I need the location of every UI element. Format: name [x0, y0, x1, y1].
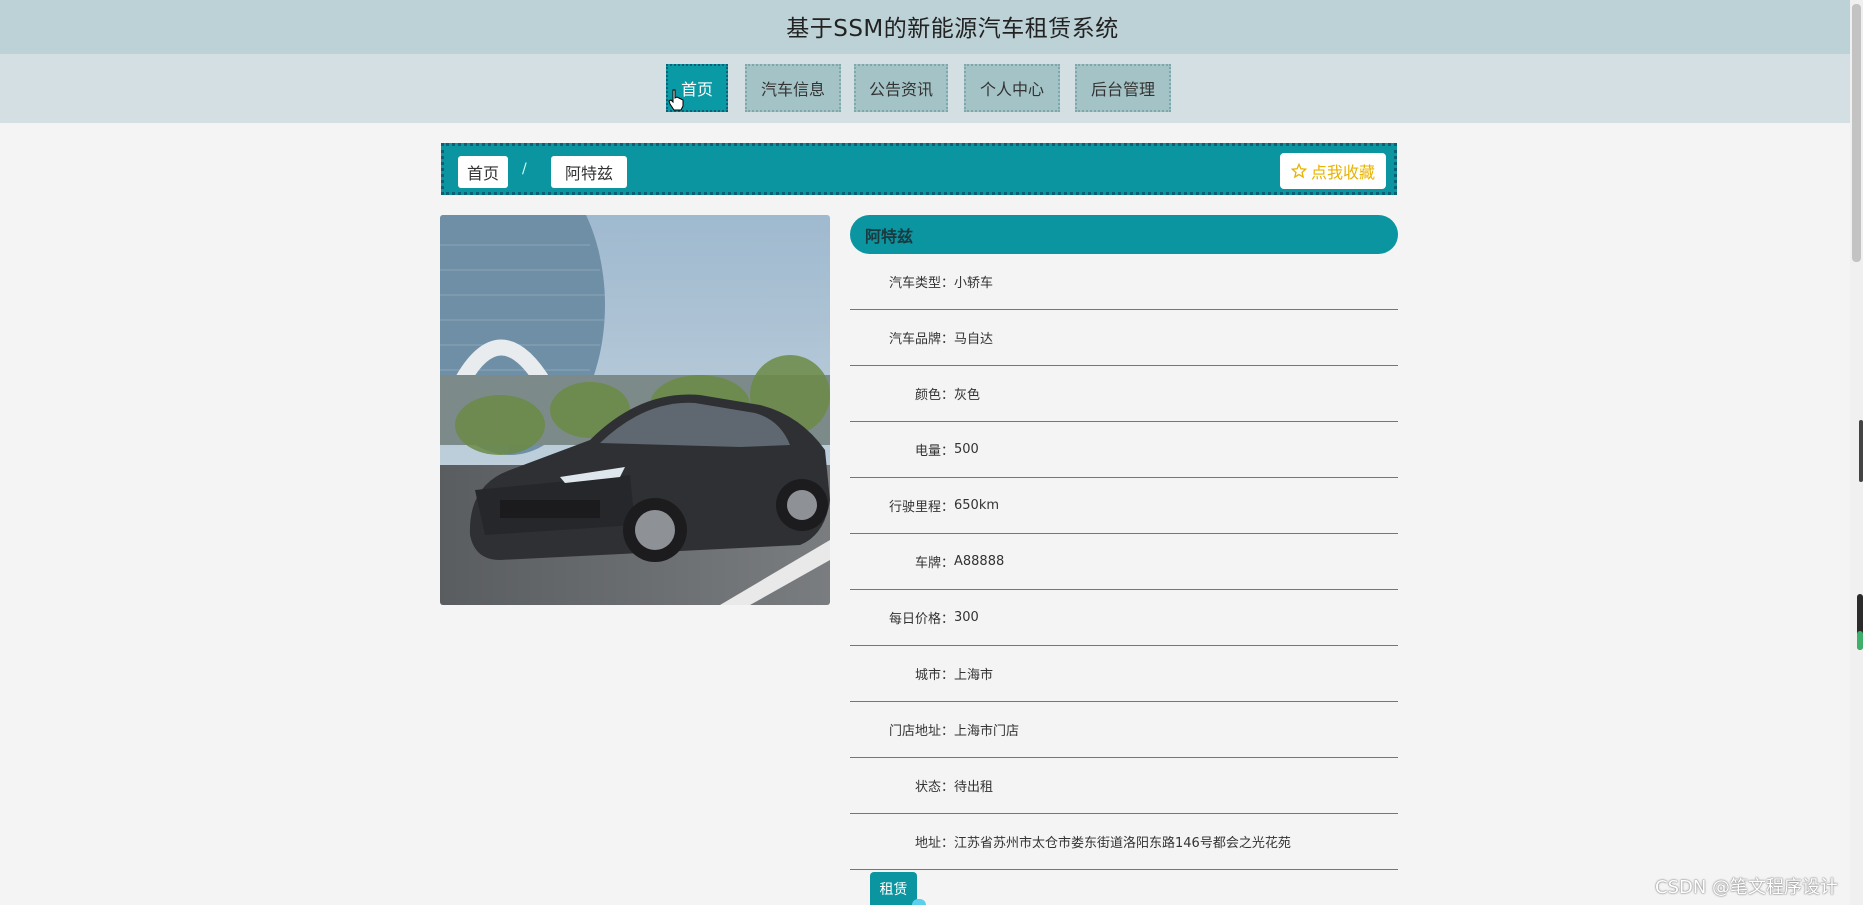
- field-value: 上海市: [954, 668, 994, 683]
- detail-row-battery: 电量： 500: [850, 422, 1398, 478]
- detail-row-color: 颜色： 灰色: [850, 366, 1398, 422]
- breadcrumb-separator: /: [522, 161, 527, 177]
- scrollbar-thumb[interactable]: [1852, 4, 1861, 262]
- edge-widget-indicator: [1857, 631, 1863, 650]
- field-value: 300: [954, 610, 979, 625]
- field-label: 门店地址：: [888, 724, 954, 739]
- main-nav: 首页 汽车信息 公告资讯 个人中心 后台管理: [0, 54, 1850, 123]
- field-value: 马自达: [954, 332, 994, 347]
- field-value: A88888: [954, 554, 1005, 569]
- breadcrumb-current[interactable]: 阿特兹: [551, 156, 627, 188]
- field-value: 江苏省苏州市太仓市娄东街道洛阳东路146号都会之光花苑: [954, 836, 1291, 851]
- breadcrumb: 首页 / 阿特兹 点我收藏: [441, 143, 1397, 195]
- car-photo: [440, 215, 830, 605]
- field-value: 上海市门店: [954, 724, 1020, 739]
- field-label: 状态：: [914, 780, 954, 795]
- detail-row-store-address: 门店地址： 上海市门店: [850, 702, 1398, 758]
- field-value: 500: [954, 442, 979, 457]
- detail-row-plate: 车牌： A88888: [850, 534, 1398, 590]
- detail-row-daily-price: 每日价格： 300: [850, 590, 1398, 646]
- rent-button[interactable]: 租赁: [870, 872, 917, 905]
- field-label: 行驶里程：: [888, 500, 954, 515]
- nav-item-admin[interactable]: 后台管理: [1075, 64, 1171, 112]
- ripple-indicator: [912, 899, 926, 905]
- favorite-label: 点我收藏: [1310, 163, 1375, 182]
- star-outline-icon: [1290, 163, 1307, 179]
- field-label: 电量：: [914, 444, 954, 459]
- detail-row-address: 地址： 江苏省苏州市太仓市娄东街道洛阳东路146号都会之光花苑: [850, 814, 1398, 870]
- hand-cursor-icon: [668, 89, 684, 111]
- detail-row-mileage: 行驶里程： 650km: [850, 478, 1398, 534]
- detail-row-brand: 汽车品牌： 马自达: [850, 310, 1398, 366]
- edge-handle: [1859, 420, 1863, 482]
- field-value: 待出租: [954, 780, 994, 795]
- field-label: 汽车类型：: [888, 276, 954, 291]
- nav-item-personal-center[interactable]: 个人中心: [964, 64, 1060, 112]
- field-label: 汽车品牌：: [888, 332, 954, 347]
- field-label: 城市：: [914, 668, 954, 683]
- detail-row-type: 汽车类型： 小轿车: [850, 254, 1398, 310]
- car-detail-panel: 阿特兹 汽车类型： 小轿车 汽车品牌： 马自达 颜色： 灰色 电量： 500 行驶里程：…: [850, 215, 1398, 870]
- site-title: 基于SSM的新能源汽车租赁系统: [786, 16, 1119, 42]
- field-label: 车牌：: [914, 556, 954, 571]
- detail-row-status: 状态： 待出租: [850, 758, 1398, 814]
- detail-row-city: 城市： 上海市: [850, 646, 1398, 702]
- field-value: 650km: [954, 498, 1000, 513]
- nav-item-car-info[interactable]: 汽车信息: [745, 64, 841, 112]
- nav-item-announcements[interactable]: 公告资讯: [854, 64, 948, 112]
- breadcrumb-home[interactable]: 首页: [458, 156, 508, 188]
- field-value: 小轿车: [954, 276, 994, 291]
- watermark: CSDN @笔文程序设计: [1655, 877, 1839, 898]
- field-value: 灰色: [954, 388, 981, 403]
- car-name-heading: 阿特兹: [850, 215, 1398, 254]
- field-label: 每日价格：: [888, 612, 954, 627]
- top-header: 基于SSM的新能源汽车租赁系统: [0, 0, 1850, 54]
- favorite-button[interactable]: 点我收藏: [1280, 153, 1386, 189]
- field-label: 颜色：: [914, 388, 954, 403]
- field-label: 地址：: [914, 836, 954, 851]
- car-image: [440, 215, 830, 605]
